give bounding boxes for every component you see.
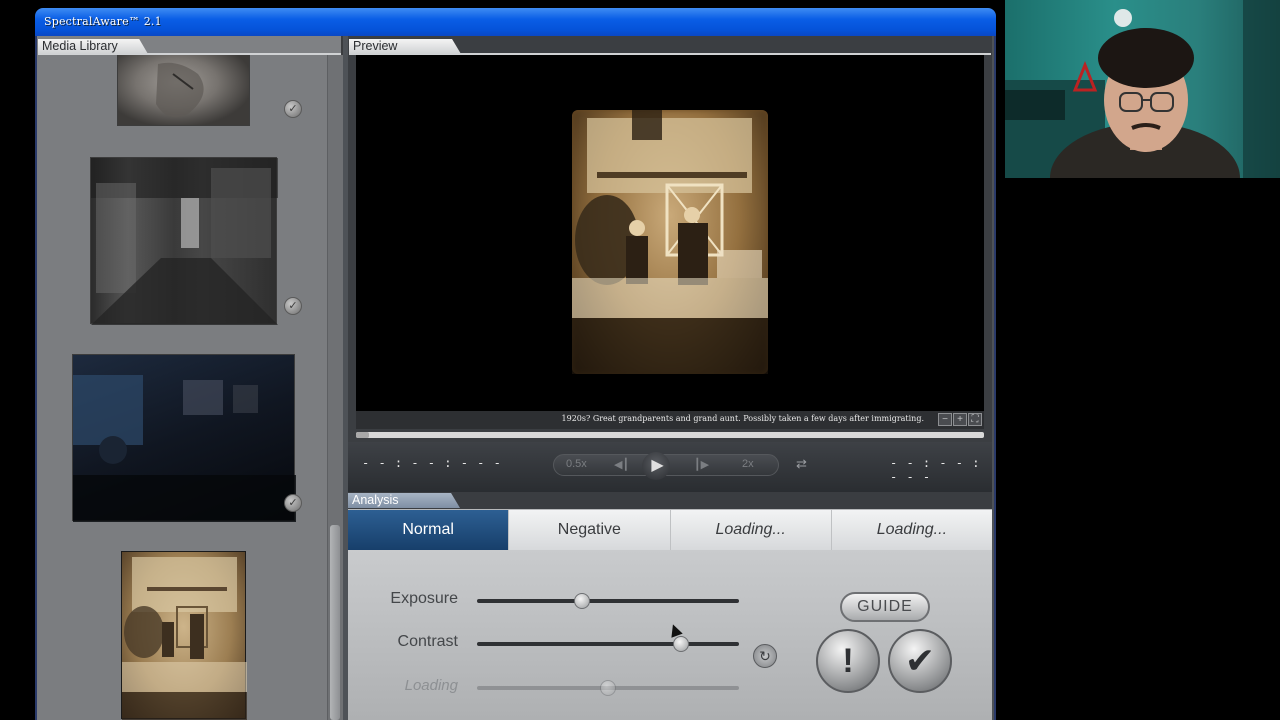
media-library-title: Media Library [38,39,148,54]
exposure-slider[interactable] [477,593,739,609]
analysis-header: Analysis [348,492,992,509]
fullscreen-icon[interactable]: ⛶ [968,413,982,426]
preview-photo [572,110,768,374]
check-icon[interactable]: ✓ [284,297,302,315]
confirm-button[interactable]: ✔ [888,629,952,693]
time-total: - - : - - : - - - [890,456,981,484]
contrast-slider-knob[interactable] [673,636,690,652]
reset-icon[interactable]: ↻ [753,644,777,668]
playback-progress-bar[interactable] [356,432,984,438]
guide-button[interactable]: GUIDE [840,592,930,622]
speed-slow-button[interactable]: 0.5x [566,458,587,470]
previous-frame-icon[interactable]: ◀┃ [614,458,629,471]
portrait-detail-image [156,62,204,118]
tab-loading-1[interactable]: Loading... [670,510,832,550]
tab-normal[interactable]: Normal [348,510,510,550]
family-photo-thumbnail-image [122,557,247,720]
window-title: SpectralAware™ 2.1 [44,15,162,28]
contrast-slider[interactable] [477,636,739,652]
webcam-overlay [1005,0,1280,178]
speed-fast-button[interactable]: 2x [742,458,754,470]
dark-room-image [73,375,296,522]
media-thumbnail[interactable] [72,354,296,522]
zoom-controls: − + ⛶ [938,413,982,426]
analysis-title: Analysis [348,493,460,508]
analysis-tabs: Normal Negative Loading... Loading... [348,510,992,550]
preview-title: Preview [349,39,461,54]
tab-loading-2[interactable]: Loading... [831,510,992,550]
check-icon[interactable]: ✓ [284,494,302,512]
loop-icon[interactable]: ⇄ [796,456,807,472]
media-library-panel: Media Library ✓ ✓ ✓ [37,36,343,720]
time-elapsed: - - : - - : - - - [362,456,502,470]
media-thumbnail[interactable] [90,157,278,325]
webcam-person-image [1005,0,1280,178]
warehouse-image [91,158,278,325]
warning-button[interactable]: ! [816,629,880,693]
tab-negative[interactable]: Negative [509,510,671,550]
media-list[interactable]: ✓ ✓ ✓ [37,55,327,720]
preview-stage [356,55,984,413]
caption-bar: 1920s? Great grandparents and grand aunt… [356,411,984,429]
next-frame-icon[interactable]: ┃▶ [694,458,709,471]
media-thumbnail[interactable] [117,55,250,126]
exposure-label: Exposure [390,590,458,607]
media-thumbnail-selected[interactable] [121,551,247,720]
media-scrollbar[interactable] [327,55,343,720]
scrollbar-thumb[interactable] [330,525,340,720]
contrast-label: Contrast [397,633,458,650]
photo-caption: 1920s? Great grandparents and grand aunt… [561,414,924,423]
transport-bar: - - : - - : - - - 0.5x ◀┃ ┃▶ 2x ▶ ⇄ - - … [348,442,992,492]
client-area: Media Library ✓ ✓ ✓ Preview 1920s? Great… [37,36,994,720]
exposure-slider-knob[interactable] [573,593,590,609]
loading-slider-label: Loading [404,677,458,694]
loading-slider [477,680,739,696]
screen: SpectralAware™ 2.1 Media Library ✓ ✓ ✓ P… [0,0,1280,720]
zoom-in-icon[interactable]: + [953,413,967,426]
play-icon[interactable]: ▶ [642,452,670,480]
app-window: SpectralAware™ 2.1 Media Library ✓ ✓ ✓ P… [35,8,996,720]
loading-slider-knob [600,680,616,696]
progress-fill [356,432,369,438]
family-photo-image [572,110,768,374]
check-icon[interactable]: ✓ [284,100,302,118]
title-bar[interactable]: SpectralAware™ 2.1 [35,8,996,36]
preview-panel: Preview 1920s? Great grandparents and gr… [348,36,992,492]
zoom-out-icon[interactable]: − [938,413,952,426]
analysis-panel: Analysis Normal Negative Loading... Load… [348,492,992,720]
